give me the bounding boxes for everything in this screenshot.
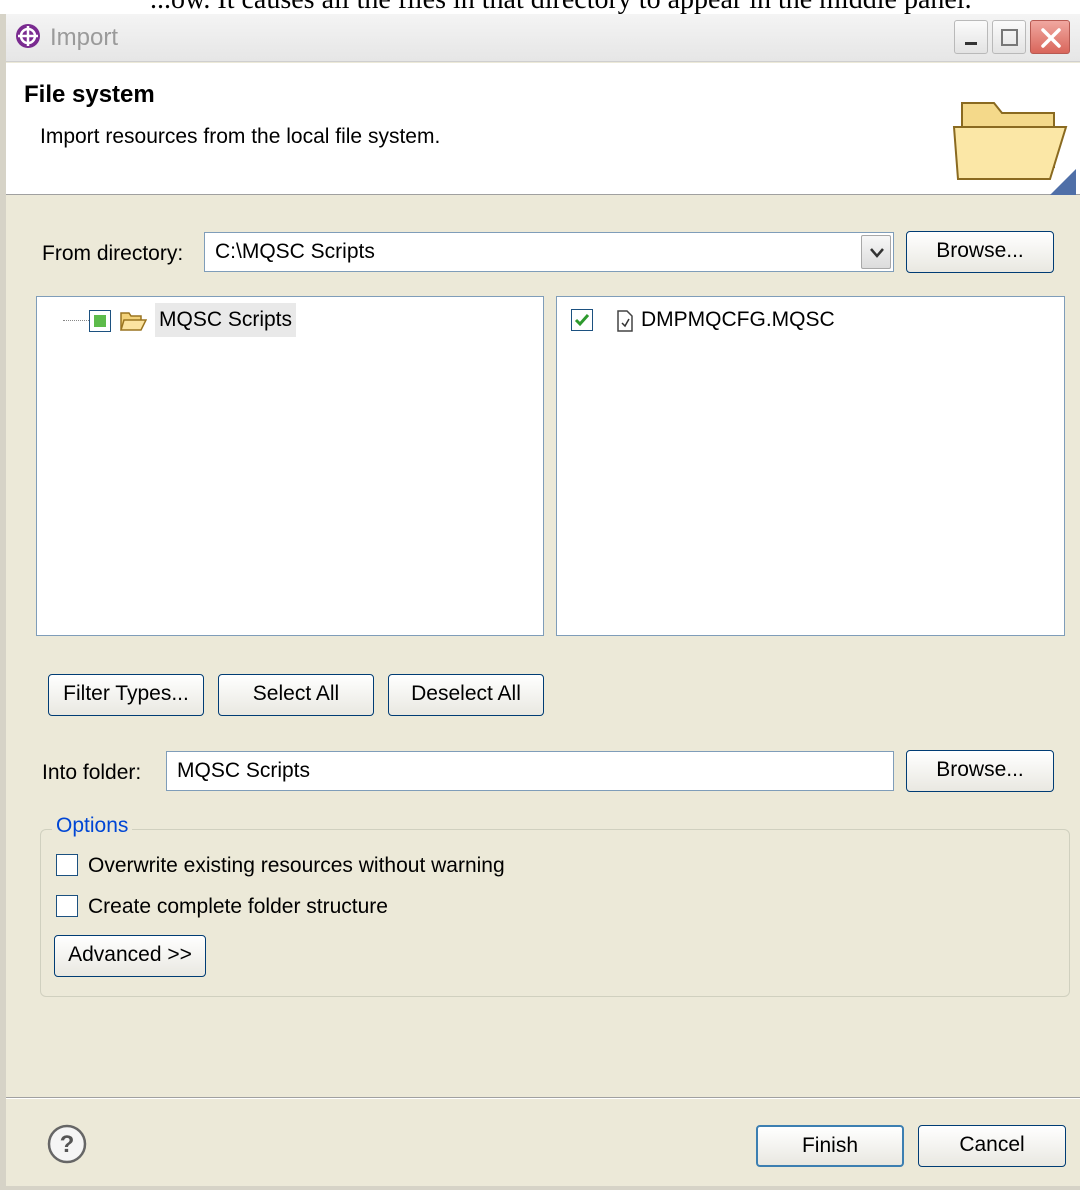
from-directory-label: From directory: <box>42 242 184 265</box>
app-globe-icon <box>16 24 40 48</box>
select-all-button[interactable]: Select All <box>218 674 374 716</box>
into-folder-value: MQSC Scripts <box>177 759 311 782</box>
banner-title: File system <box>24 81 155 108</box>
file-item-label: DMPMQCFG.MQSC <box>641 308 835 331</box>
banner-description: Import resources from the local file sys… <box>40 125 441 148</box>
document-caption-strip: ...ow. It causes all the files in that d… <box>0 0 1080 14</box>
window-title: Import <box>50 24 119 51</box>
checkmark-icon <box>574 314 590 327</box>
folder-tree-panel[interactable]: MQSC Scripts <box>36 296 544 636</box>
into-folder-label: Into folder: <box>42 761 142 784</box>
tree-item-checkbox[interactable] <box>89 310 111 332</box>
advanced-button[interactable]: Advanced >> <box>54 935 206 977</box>
chevron-down-icon <box>870 248 884 258</box>
folder-icon <box>119 312 147 331</box>
footer-separator <box>6 1097 1080 1099</box>
create-structure-checkbox[interactable] <box>56 895 78 917</box>
svg-text:?: ? <box>60 1131 75 1158</box>
wizard-body: From directory: C:\MQSC Scripts Browse..… <box>6 196 1080 1101</box>
overwrite-checkbox[interactable] <box>56 854 78 876</box>
maximize-button[interactable] <box>992 20 1026 54</box>
file-icon <box>617 310 633 332</box>
deselect-all-button[interactable]: Deselect All <box>388 674 544 716</box>
file-item-checkbox[interactable] <box>571 309 593 331</box>
tree-connector <box>63 320 89 321</box>
document-caption: ...ow. It causes all the files in that d… <box>150 0 972 14</box>
create-structure-label: Create complete folder structure <box>88 895 388 918</box>
tree-item-label: MQSC Scripts <box>155 303 297 337</box>
minimize-button[interactable] <box>954 20 988 54</box>
partial-check-icon <box>94 315 106 327</box>
maximize-icon <box>1001 29 1018 46</box>
finish-button[interactable]: Finish <box>756 1125 904 1167</box>
close-button[interactable] <box>1030 20 1070 54</box>
help-icon[interactable]: ? <box>46 1123 88 1165</box>
close-icon <box>1041 28 1061 48</box>
filter-types-button[interactable]: Filter Types... <box>48 674 204 716</box>
from-directory-value: C:\MQSC Scripts <box>215 240 375 263</box>
import-dialog: Import File system Import resources from… <box>0 14 1080 1190</box>
from-directory-combo[interactable]: C:\MQSC Scripts <box>204 232 894 272</box>
overwrite-label: Overwrite existing resources without war… <box>88 854 505 877</box>
into-folder-input[interactable]: MQSC Scripts <box>166 751 894 791</box>
title-bar[interactable]: Import <box>6 14 1080 62</box>
combo-dropdown-button[interactable] <box>861 235 891 269</box>
file-list-panel[interactable]: DMPMQCFG.MQSC <box>556 296 1065 636</box>
cancel-button[interactable]: Cancel <box>918 1125 1066 1167</box>
window-bottom-edge <box>6 1186 1080 1190</box>
wizard-banner: File system Import resources from the lo… <box>6 63 1080 195</box>
browse-directory-button[interactable]: Browse... <box>906 231 1054 273</box>
minimize-icon <box>965 42 977 45</box>
options-legend: Options <box>52 814 133 838</box>
open-folder-icon <box>952 102 1076 195</box>
browse-folder-button[interactable]: Browse... <box>906 750 1054 792</box>
